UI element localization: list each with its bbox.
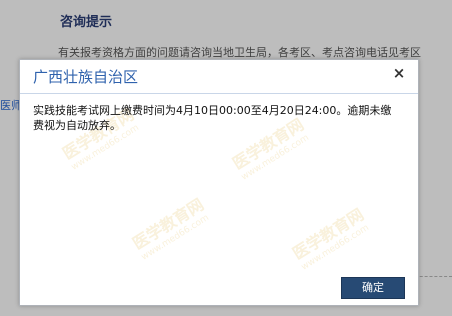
notice-dialog: 医学教育网 www.med66.com 医学教育网 www.med66.com 医学… — [19, 59, 419, 306]
watermark: 医学教育网 www.med66.com — [129, 194, 211, 263]
confirm-button[interactable]: 确定 — [341, 277, 405, 299]
dialog-title: 广西壮族自治区 — [33, 68, 139, 86]
watermark: 医学教育网 www.med66.com — [289, 204, 371, 273]
dialog-message: 实践技能考试网上缴费时间为4月10日00:00至4月20日24:00。逾期未缴费… — [33, 104, 392, 132]
consult-tips-text: 有关报考资格方面的问题请咨询当地卫生局，各考区、考点咨询电话见考区 — [58, 46, 421, 59]
close-icon[interactable]: × — [391, 65, 407, 81]
watermark-layer: 医学教育网 www.med66.com 医学教育网 www.med66.com 医学… — [20, 60, 420, 307]
consult-tips-heading: 咨询提示 — [60, 15, 113, 30]
dialog-title-divider — [20, 93, 418, 94]
